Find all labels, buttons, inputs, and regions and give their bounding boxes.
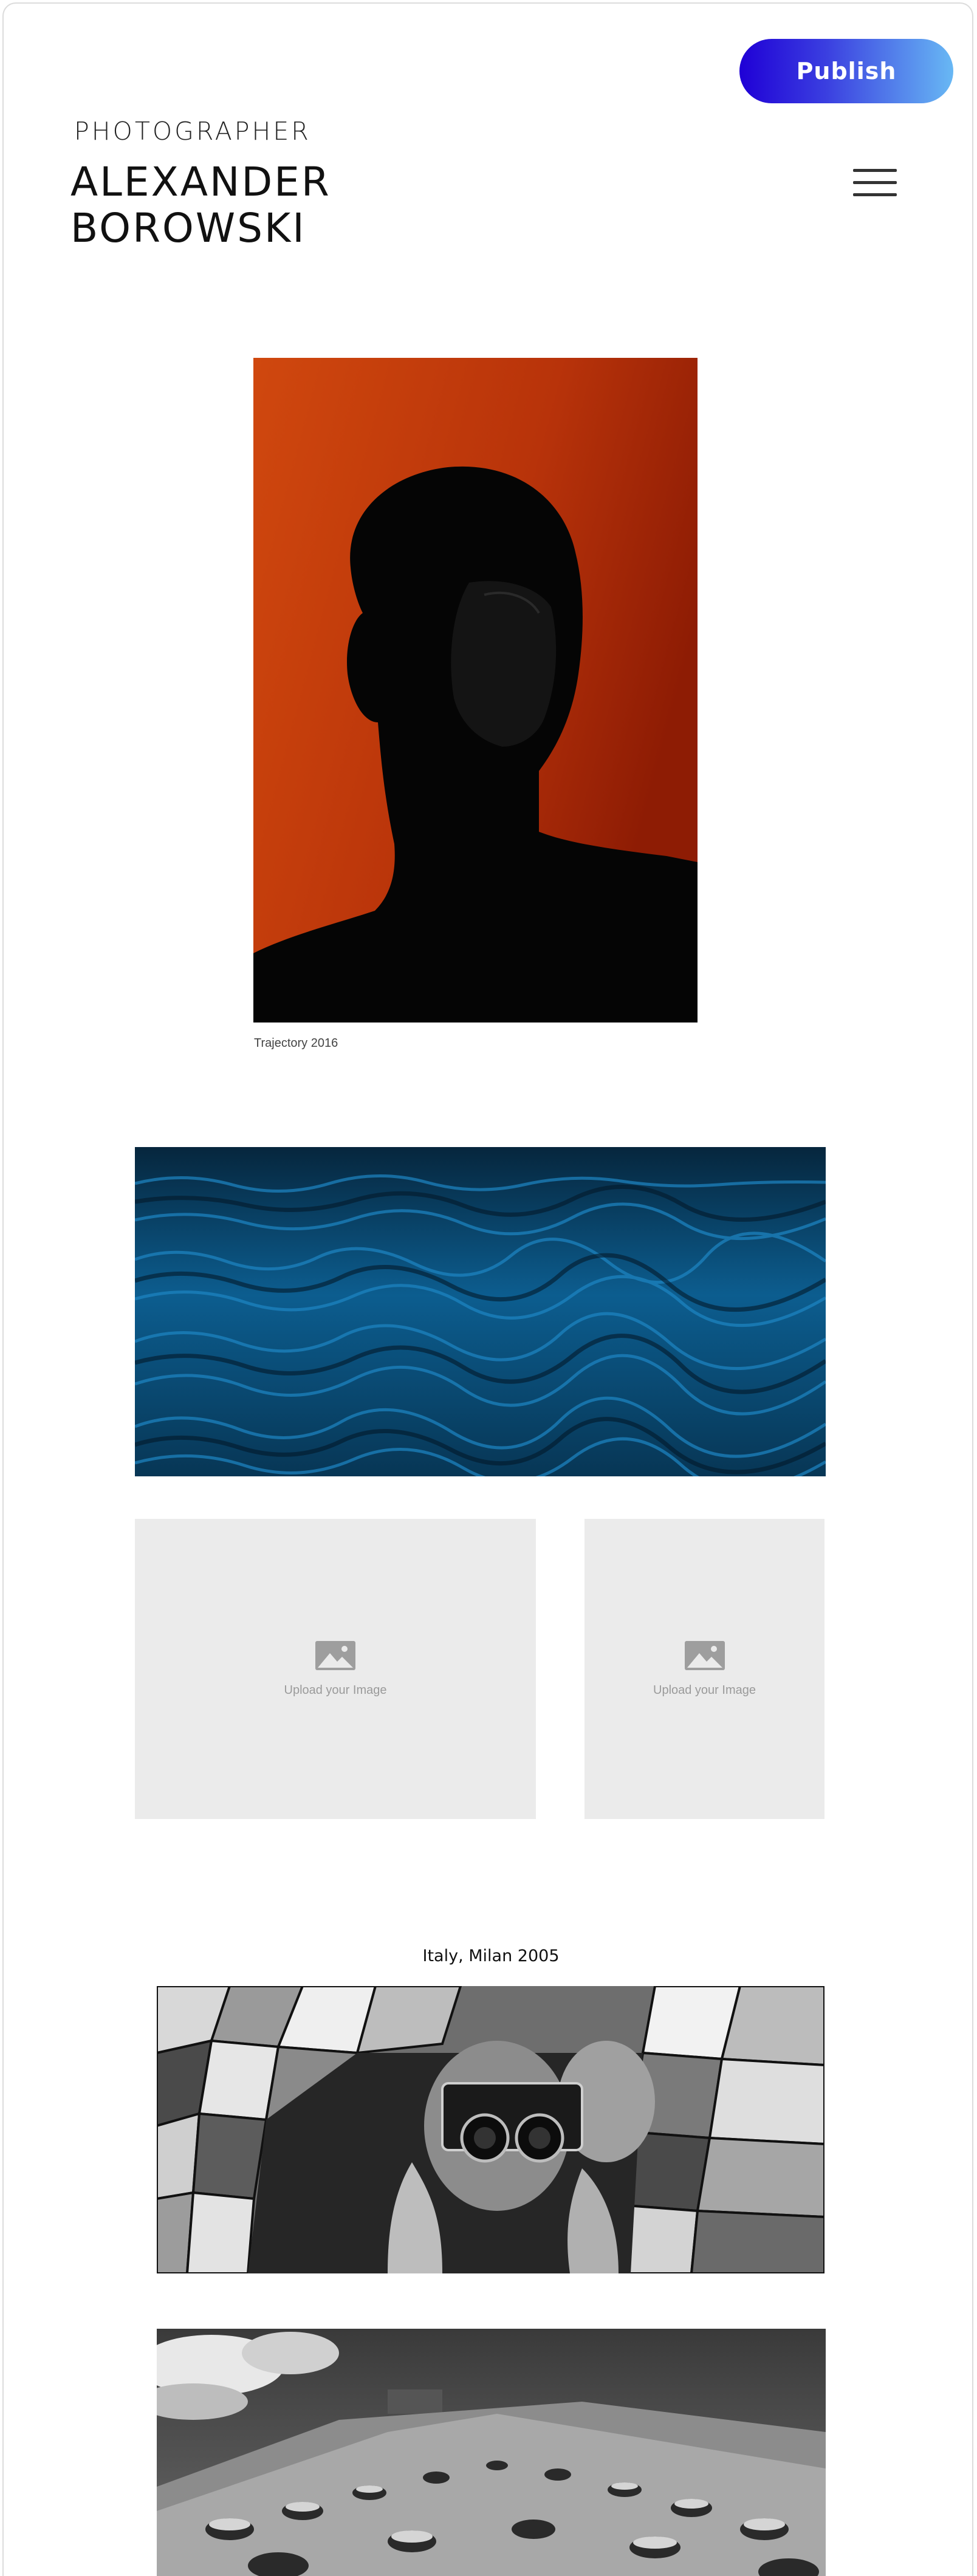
publish-button[interactable]: Publish bbox=[739, 39, 953, 103]
menu-line bbox=[853, 193, 897, 196]
menu-line bbox=[853, 181, 897, 184]
upload-image-placeholder-2[interactable]: Upload your Image bbox=[584, 1519, 824, 1819]
portrait-image bbox=[253, 358, 698, 1023]
tower-photo[interactable] bbox=[157, 2329, 826, 2576]
site-title-line-2: BOROWSKI bbox=[70, 205, 306, 252]
page-frame: Publish PHOTOGRAPHER ALEXANDER BOROWSKI … bbox=[2, 2, 973, 2576]
portrait-caption: Trajectory 2016 bbox=[254, 1036, 338, 1050]
site-title-line-1: ALEXANDER bbox=[70, 159, 331, 205]
header-role: PHOTOGRAPHER bbox=[74, 117, 311, 146]
menu-line bbox=[853, 169, 897, 172]
upload-image-placeholder-1[interactable]: Upload your Image bbox=[135, 1519, 536, 1819]
milan-caption: Italy, Milan 2005 bbox=[422, 1947, 560, 1965]
water-photo[interactable] bbox=[135, 1147, 826, 1476]
site-title[interactable]: ALEXANDER BOROWSKI bbox=[70, 159, 435, 252]
image-icon bbox=[684, 1640, 725, 1670]
mirror-image bbox=[157, 1986, 824, 2273]
hamburger-menu-icon[interactable] bbox=[853, 166, 897, 198]
upload-label: Upload your Image bbox=[284, 1683, 387, 1697]
mirror-photographer-photo[interactable] bbox=[157, 1986, 824, 2273]
upload-label: Upload your Image bbox=[653, 1683, 756, 1697]
portrait-photo[interactable] bbox=[253, 358, 698, 1023]
image-icon bbox=[315, 1640, 355, 1670]
water-image bbox=[135, 1147, 826, 1476]
tower-image bbox=[157, 2329, 826, 2576]
